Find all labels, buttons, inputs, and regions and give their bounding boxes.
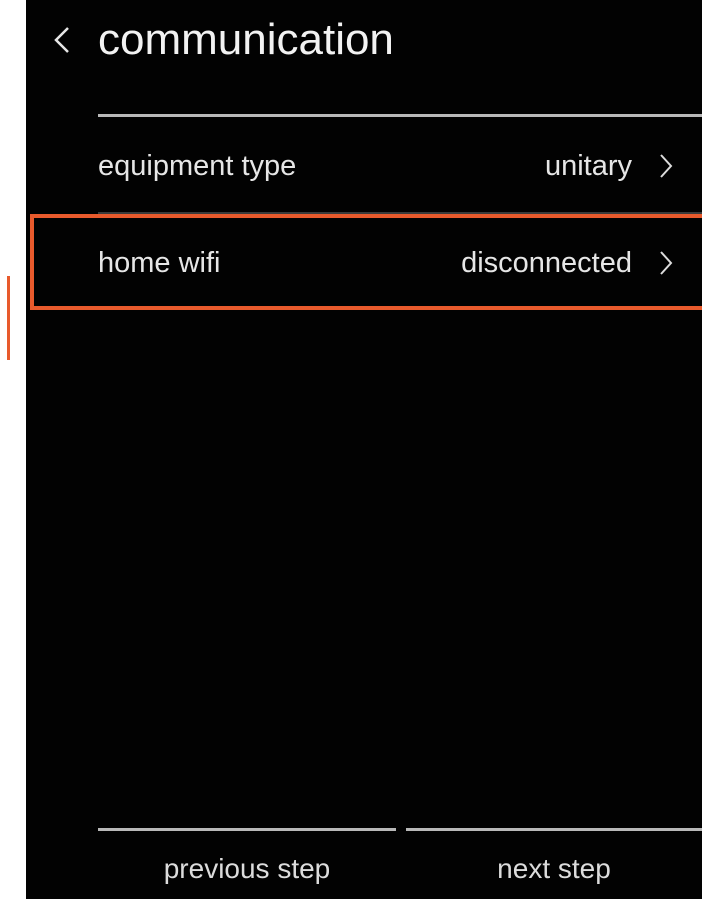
thermostat-screen: communication equipment type unitary hom… [26, 0, 702, 899]
chevron-right-icon [660, 154, 673, 178]
left-margin [0, 0, 26, 899]
next-step-button[interactable]: next step [406, 834, 702, 899]
chevron-left-icon[interactable] [48, 20, 78, 60]
page-title: communication [98, 15, 394, 64]
row-label: equipment type [98, 150, 297, 182]
highlight-edge-mark [0, 276, 10, 360]
settings-row-equipment-type[interactable]: equipment type unitary [98, 117, 702, 215]
footer-divider-right [406, 828, 702, 831]
highlight-box [30, 214, 702, 310]
header: communication [26, 0, 702, 80]
row-value: unitary [544, 150, 632, 182]
footer-divider-left [98, 828, 396, 831]
previous-step-button[interactable]: previous step [98, 834, 396, 899]
